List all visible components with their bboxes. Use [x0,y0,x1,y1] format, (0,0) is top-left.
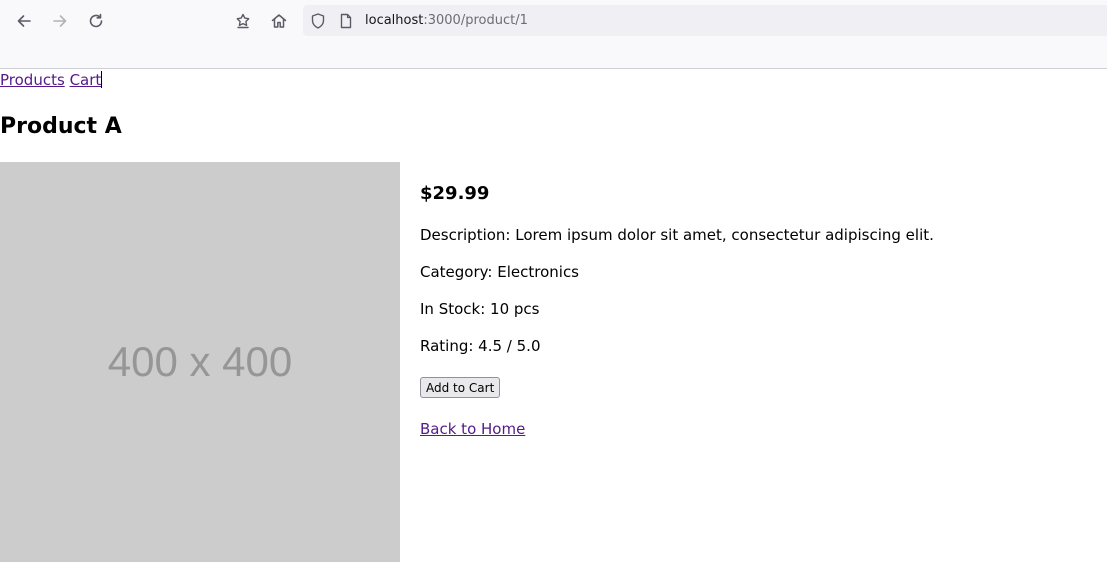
product-image: 400 x 400 [0,162,400,562]
back-button[interactable] [12,9,36,33]
extensions-icon [236,13,250,29]
forward-button[interactable] [48,9,72,33]
add-to-cart-button[interactable]: Add to Cart [420,377,501,398]
home-button[interactable] [267,9,291,33]
page-icon[interactable] [337,12,355,30]
extensions-button[interactable] [231,9,255,33]
back-to-home-link[interactable]: Back to Home [420,419,525,439]
home-icon [271,14,287,28]
arrow-right-icon [53,15,67,27]
product-price: $29.99 [420,183,490,204]
url-text[interactable]: localhost:3000/product/1 [365,12,528,30]
cart-link[interactable]: Cart [70,71,102,89]
page-content: Products Cart Product A 400 x 400 $29.99… [0,69,1107,580]
products-link[interactable]: Products [0,71,65,89]
url-host: localhost [365,13,424,28]
url-bar[interactable]: localhost:3000/product/1 [303,5,1107,36]
reload-icon [89,13,103,28]
top-navigation: Products Cart [0,71,103,89]
page-title: Product A [0,114,122,139]
browser-toolbar: localhost:3000/product/1 [0,0,1107,69]
image-placeholder-label: 400 x 400 [107,338,293,385]
product-description: Description: Lorem ipsum dolor sit amet,… [420,226,934,244]
shield-icon[interactable] [309,12,327,30]
text-caret [101,71,103,88]
reload-button[interactable] [84,9,108,33]
url-path: :3000/product/1 [423,13,528,28]
product-rating: Rating: 4.5 / 5.0 [420,337,541,355]
product-category: Category: Electronics [420,263,580,281]
arrow-left-icon [17,15,31,27]
product-stock: In Stock: 10 pcs [420,300,540,318]
